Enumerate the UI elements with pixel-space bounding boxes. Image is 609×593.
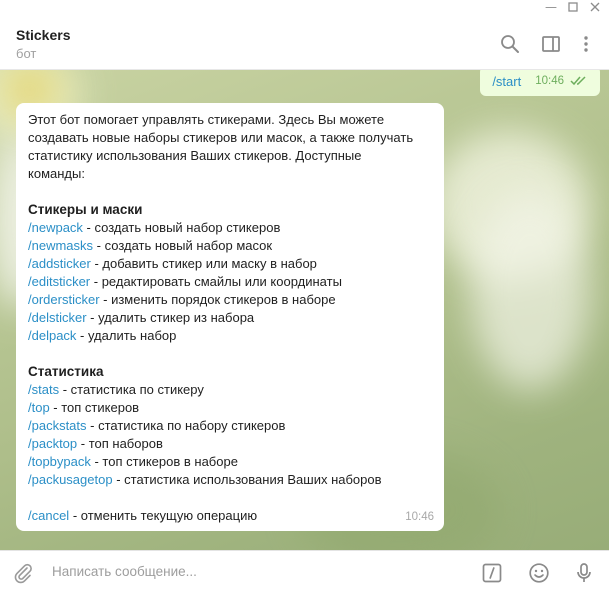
command-line: /newpack - создать новый набор стикеров [28,219,432,237]
command-link[interactable]: /addsticker [28,256,91,271]
attach-icon[interactable] [12,562,34,584]
command-description: - редактировать смайлы или координаты [90,274,342,289]
minimize-icon[interactable]: — [545,1,557,13]
command-description: - создать новый набор масок [93,238,273,253]
command-description: - топ стикеров в наборе [90,454,238,469]
command-link[interactable]: /ordersticker [28,292,100,307]
command-link[interactable]: /packusagetop [28,472,113,487]
incoming-message[interactable]: Этот бот помогает управлять стикерами. З… [16,103,444,531]
command-line: /ordersticker - изменить порядок стикеро… [28,291,432,309]
sidebar-toggle-icon[interactable] [541,34,561,54]
command-line: /packtop - топ наборов [28,435,432,453]
command-line: /editsticker - редактировать смайлы или … [28,273,432,291]
command-line: /packusagetop - статистика использования… [28,471,432,489]
command-link[interactable]: /packstats [28,418,87,433]
command-line: /delpack - удалить набор [28,327,432,345]
telegram-window: Stickers бот — /start 10:46 Этот бот пом… [0,0,609,593]
more-vert-icon[interactable] [576,34,596,54]
command-description: - статистика по набору стикеров [86,418,286,433]
command-line: /stats - статистика по стикеру [28,381,432,399]
command-link[interactable]: /delsticker [28,310,87,325]
maximize-icon[interactable] [567,1,579,13]
command-description: - добавить стикер или маску в набор [90,256,317,271]
message-intro-line: команды: [28,166,85,181]
command-link[interactable]: /newpack [28,220,83,235]
command-description: - статистика использования Ваших наборов [112,472,382,487]
command-link[interactable]: /stats [28,382,59,397]
command-description: - отменить текущую операцию [69,508,258,523]
command-link[interactable]: /topbypack [28,454,91,469]
outgoing-message-text[interactable]: /start [492,74,521,89]
command-description: - удалить стикер из набора [86,310,255,325]
section-title-stickers: Стикеры и маски [28,202,143,217]
command-line: /packstats - статистика по набору стикер… [28,417,432,435]
outgoing-message[interactable]: /start 10:46 [480,70,600,96]
command-line: /newmasks - создать новый набор масок [28,237,432,255]
command-link[interactable]: /packtop [28,436,77,451]
emoji-icon[interactable] [528,562,550,584]
command-description: - удалить набор [76,328,177,343]
incoming-message-time: 10:46 [405,511,434,523]
command-line: /top - топ стикеров [28,399,432,417]
chat-status: бот [16,46,37,61]
command-description: - топ стикеров [49,400,140,415]
section-title-stats: Статистика [28,364,104,379]
close-icon[interactable] [589,1,601,13]
chat-title[interactable]: Stickers [16,27,70,43]
command-description: - изменить порядок стикеров в наборе [99,292,336,307]
command-line: /addsticker - добавить стикер или маску … [28,255,432,273]
outgoing-message-time: 10:46 [535,75,564,87]
message-intro-line: статистику использования Ваших стикеров.… [28,148,362,163]
command-description: - создать новый набор стикеров [82,220,281,235]
message-composer [0,550,609,593]
chat-header: Stickers бот [0,0,609,70]
background-flower-blur [470,190,590,390]
command-line: /delsticker - удалить стикер из набора [28,309,432,327]
double-check-icon [570,76,586,86]
command-link[interactable]: /newmasks [28,238,93,253]
search-icon[interactable] [500,34,520,54]
command-line: /cancel - отменить текущую операцию [28,507,432,525]
command-link[interactable]: /editsticker [28,274,90,289]
window-controls: — [545,0,609,14]
microphone-icon[interactable] [573,562,595,584]
message-intro-line: создавать новые наборы стикеров или масо… [28,130,414,145]
command-link[interactable]: /top [28,400,50,415]
command-link[interactable]: /cancel [28,508,69,523]
outgoing-message-meta: 10:46 [535,75,588,87]
chat-messages-area[interactable]: /start 10:46 Этот бот помогает управлять… [0,70,609,550]
message-intro-line: Этот бот помогает управлять стикерами. З… [28,112,385,127]
command-link[interactable]: /delpack [28,328,76,343]
message-input[interactable] [52,564,452,579]
command-description: - статистика по стикеру [59,382,204,397]
command-description: - топ наборов [77,436,163,451]
command-line: /topbypack - топ стикеров в наборе [28,453,432,471]
bot-commands-icon[interactable] [481,562,503,584]
